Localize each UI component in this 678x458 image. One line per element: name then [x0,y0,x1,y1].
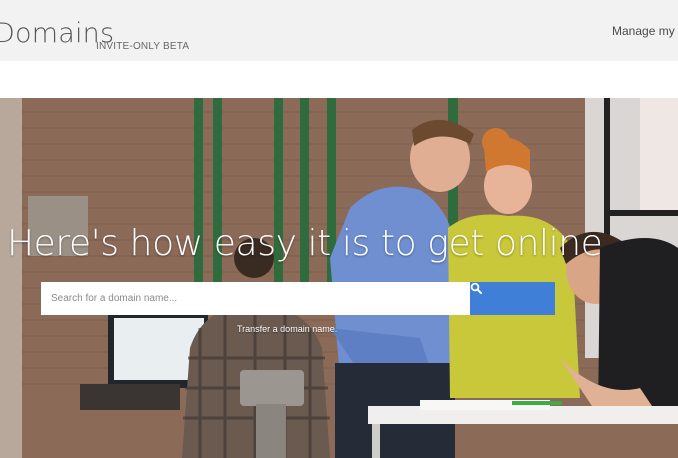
manage-domains-link[interactable]: Manage my d [612,24,678,38]
header-spacer [0,61,678,98]
search-button[interactable] [470,282,555,315]
hero-photo [0,98,678,458]
hero-headline: Here's how easy it is to get online [7,223,603,264]
beta-badge: INVITE-ONLY BETA [96,41,190,52]
domain-search-input[interactable] [41,282,470,315]
top-header: Domains INVITE-ONLY BETA Manage my d [0,0,678,61]
transfer-domain-link[interactable]: Transfer a domain name. [237,324,337,334]
hero-banner: Here's how easy it is to get online Tran… [0,98,678,458]
